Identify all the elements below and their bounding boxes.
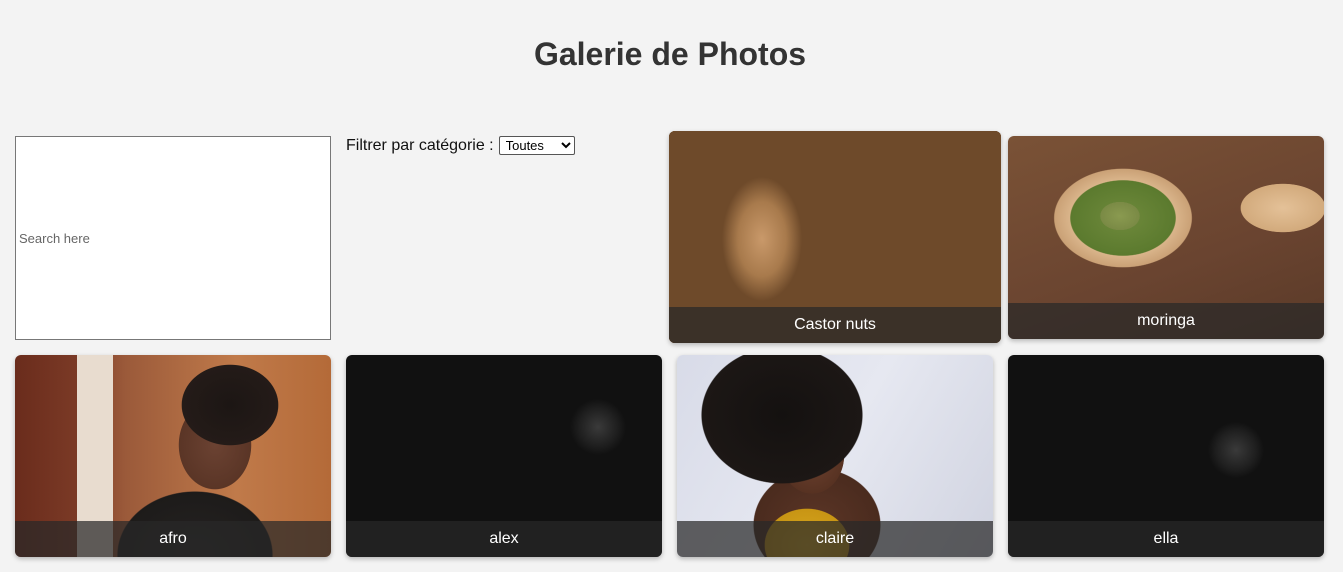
gallery-item[interactable]: claire: [677, 355, 993, 557]
gallery-item[interactable]: afro: [15, 355, 331, 557]
category-filter: Filtrer par catégorie : Toutes: [346, 136, 575, 155]
gallery-item[interactable]: ella: [1008, 355, 1324, 557]
gallery-item[interactable]: alex: [346, 355, 662, 557]
gallery-caption: ella: [1008, 521, 1324, 557]
gallery-caption: afro: [15, 521, 331, 557]
page-title: Galerie de Photos: [533, 36, 807, 72]
search-input[interactable]: [15, 136, 331, 340]
filter-label: Filtrer par catégorie :: [346, 136, 494, 154]
category-select[interactable]: Toutes: [498, 136, 575, 155]
gallery-item[interactable]: moringa: [1008, 136, 1324, 339]
gallery-caption: claire: [677, 521, 993, 557]
gallery-caption: Castor nuts: [669, 307, 1001, 343]
gallery-item[interactable]: Castor nuts: [669, 131, 1001, 343]
gallery-caption: alex: [346, 521, 662, 557]
gallery-caption: moringa: [1008, 303, 1324, 339]
